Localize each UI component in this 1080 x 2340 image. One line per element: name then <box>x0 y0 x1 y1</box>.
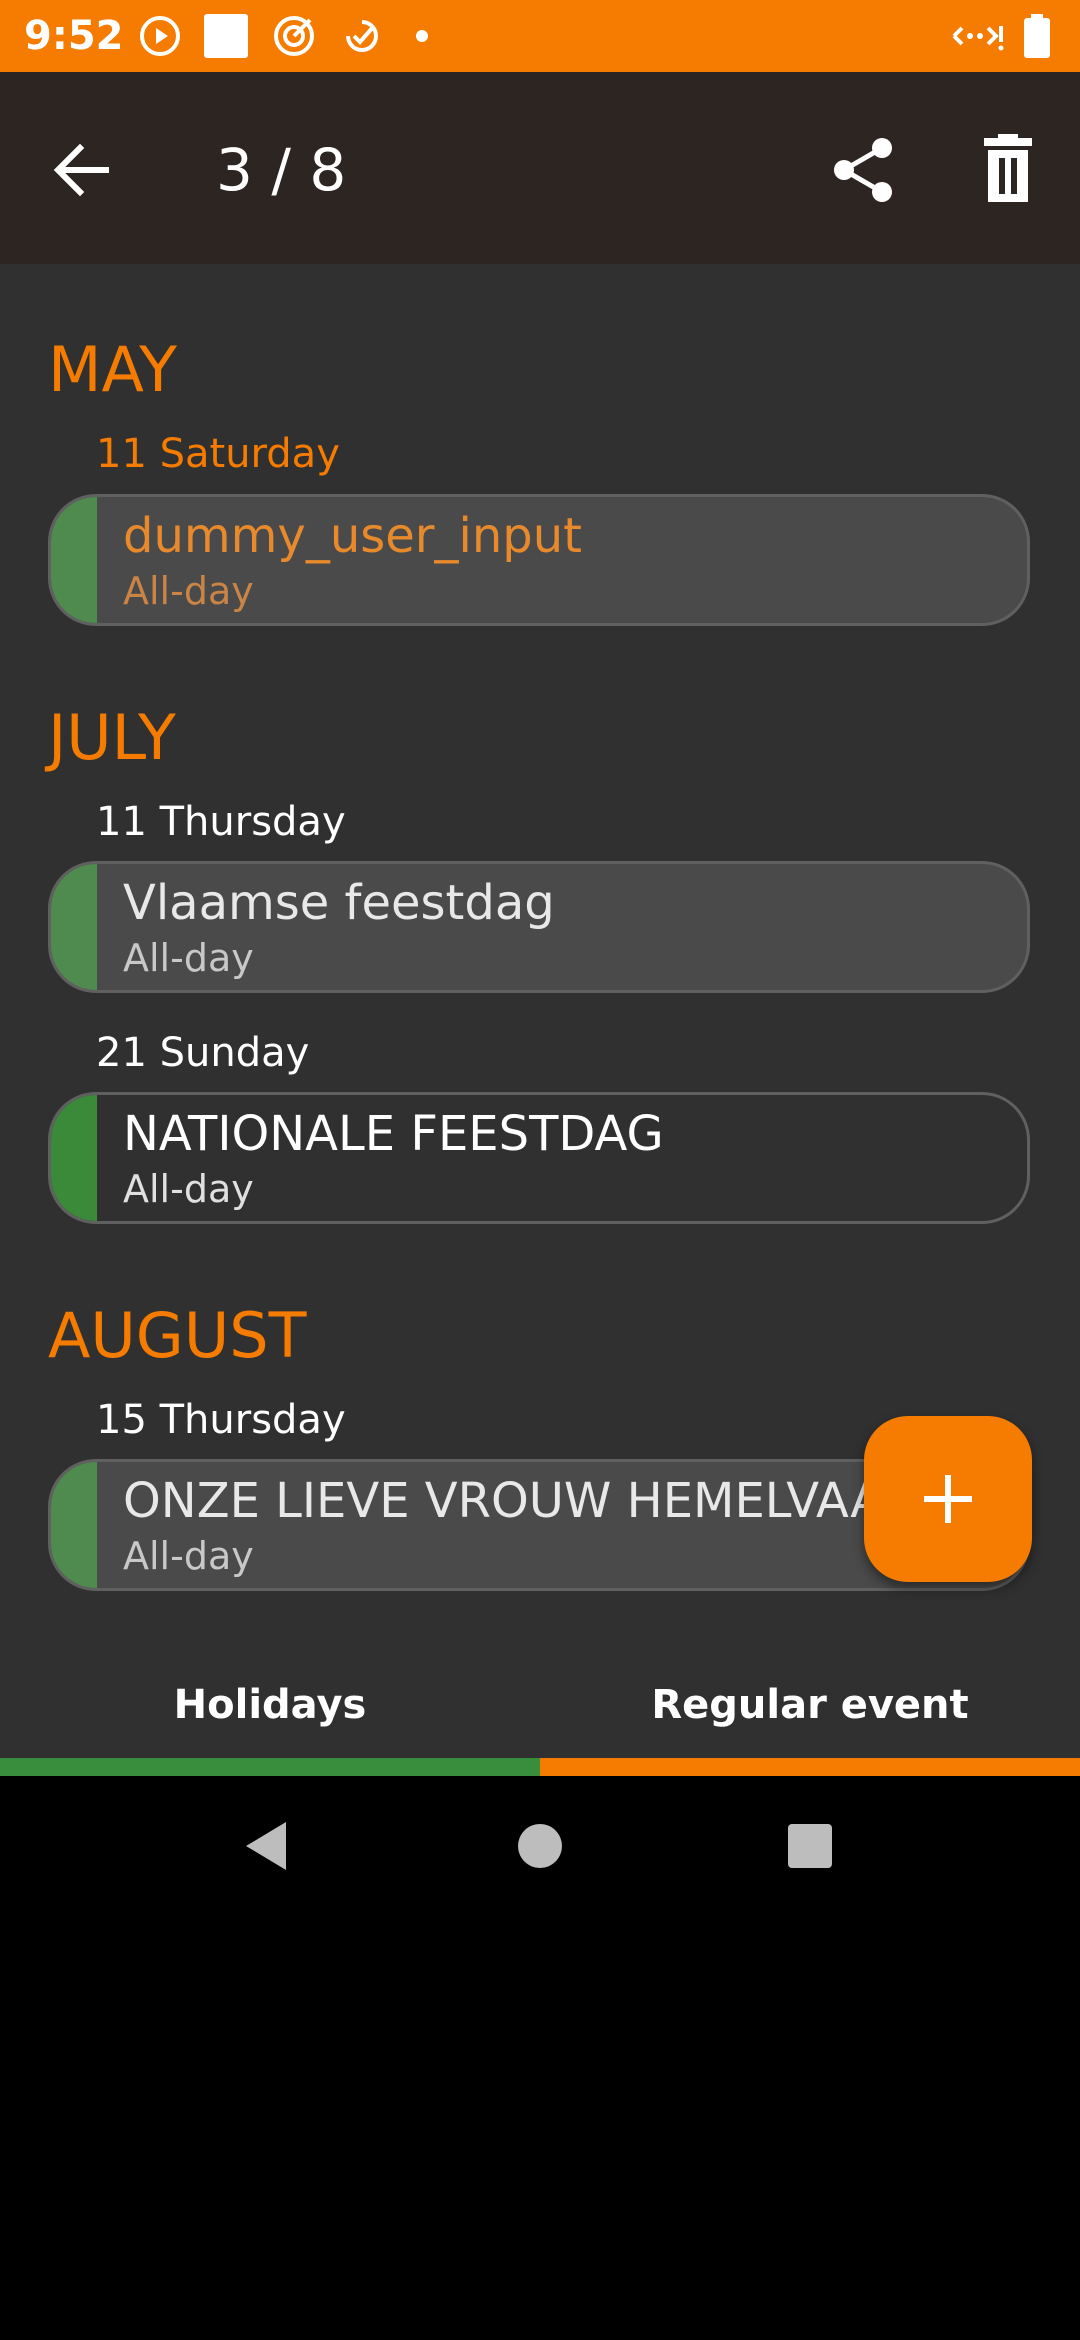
event-color-stripe <box>51 1462 97 1588</box>
play-circle-icon <box>140 16 180 56</box>
status-system-icons <box>948 14 1058 58</box>
event-subtitle: All-day <box>123 569 254 613</box>
system-nav-bar <box>0 1776 1080 1916</box>
event-card[interactable]: dummy_user_input All-day <box>48 494 1030 626</box>
nav-back-button[interactable] <box>228 1806 308 1886</box>
event-card[interactable]: NATIONALE FEESTDAG All-day <box>48 1092 1030 1224</box>
event-subtitle: All-day <box>123 936 254 980</box>
dot-icon <box>416 30 428 42</box>
event-color-stripe <box>51 1095 97 1221</box>
check-badge-icon <box>346 20 378 52</box>
back-button[interactable] <box>44 134 124 206</box>
event-color-stripe <box>51 497 97 623</box>
day-header: 15 Thursday <box>96 1397 346 1443</box>
nav-back-icon <box>246 1822 286 1870</box>
day-header: 11 Thursday <box>96 799 346 845</box>
nav-recents-button[interactable] <box>770 1806 850 1886</box>
tab-regular-event-indicator <box>540 1758 1080 1776</box>
event-color-stripe <box>51 864 97 990</box>
back-arrow-icon <box>53 143 109 197</box>
nav-home-button[interactable] <box>500 1806 580 1886</box>
plus-icon <box>924 1475 972 1523</box>
tab-regular-event[interactable]: Regular event <box>540 1648 1080 1758</box>
share-button[interactable] <box>828 134 900 206</box>
event-title: ONZE LIEVE VROUW HEMELVAART <box>123 1473 943 1529</box>
event-type-tabs: Holidays Regular event <box>0 1648 1080 1776</box>
event-title: NATIONALE FEESTDAG <box>123 1106 664 1162</box>
status-bar: 9:52 <box>0 0 1080 72</box>
battery-icon <box>1024 14 1050 58</box>
tab-holidays-indicator <box>0 1758 540 1776</box>
month-header: JULY <box>48 701 176 774</box>
delete-button[interactable] <box>972 134 1044 206</box>
target-icon <box>274 16 314 56</box>
event-title: Vlaamse feestdag <box>123 875 555 931</box>
share-icon <box>834 138 892 202</box>
day-header: 21 Sunday <box>96 1030 310 1076</box>
event-card[interactable]: Vlaamse feestdag All-day <box>48 861 1030 993</box>
day-header: 11 Saturday <box>96 431 340 477</box>
tab-holidays[interactable]: Holidays <box>0 1648 540 1758</box>
square-icon <box>204 14 248 58</box>
event-title: dummy_user_input <box>123 508 582 564</box>
month-header: MAY <box>48 333 177 406</box>
app-bar: 3 / 8 <box>0 72 1080 264</box>
event-subtitle: All-day <box>123 1534 254 1578</box>
signal-icon <box>952 26 1004 51</box>
event-subtitle: All-day <box>123 1167 254 1211</box>
add-event-button[interactable] <box>864 1416 1032 1582</box>
status-time: 9:52 <box>24 13 124 59</box>
nav-recents-icon <box>788 1824 832 1868</box>
month-header: AUGUST <box>48 1299 307 1372</box>
page-counter: 3 / 8 <box>216 136 347 204</box>
trash-icon <box>984 134 1032 202</box>
nav-home-icon <box>518 1824 562 1868</box>
